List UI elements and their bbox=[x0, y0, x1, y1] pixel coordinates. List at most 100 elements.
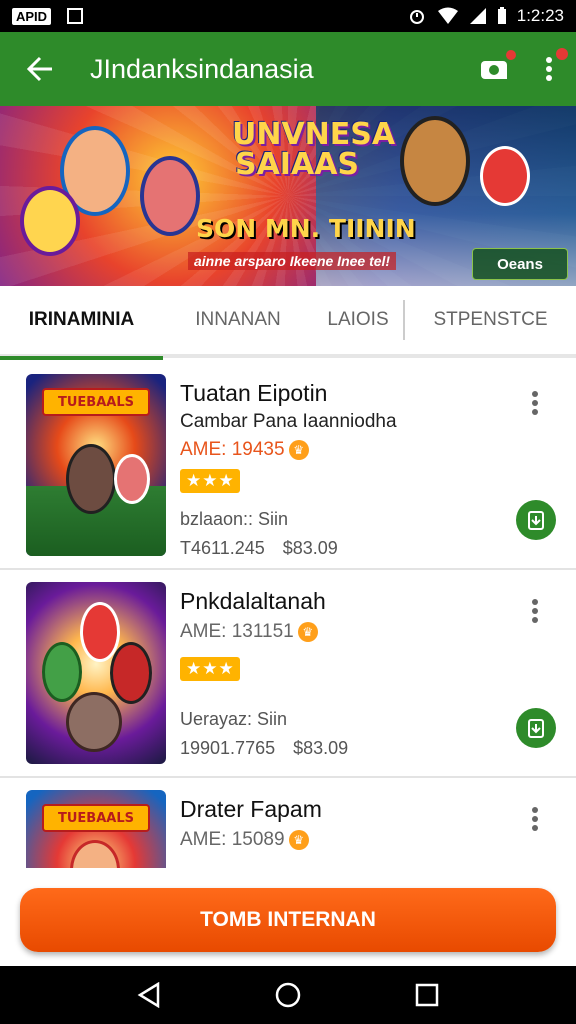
banner-button-label: Oeans bbox=[497, 255, 543, 273]
page-title: JIndanksindanasia bbox=[90, 53, 314, 84]
item-meta: Uerayaz: Siin bbox=[180, 709, 288, 729]
tab-label: STPENSTCE bbox=[433, 309, 548, 330]
back-button[interactable] bbox=[0, 32, 80, 106]
game-thumbnail[interactable] bbox=[26, 582, 166, 764]
star-icon: ★ bbox=[218, 659, 234, 678]
item-info: Tuatan Eipotin Cambar Pana Iaanniodha AM… bbox=[180, 380, 500, 559]
camera-icon bbox=[481, 61, 507, 79]
tab-label: LAIOIS bbox=[327, 309, 389, 330]
star-icon: ★ bbox=[202, 659, 218, 678]
thumb-character bbox=[42, 642, 82, 702]
item-price-row: 19901.7765 $83.09 bbox=[180, 738, 500, 759]
item-more-button[interactable] bbox=[520, 804, 550, 834]
crown-icon: ♛ bbox=[288, 440, 309, 460]
download-icon bbox=[528, 719, 544, 738]
banner-character bbox=[20, 186, 80, 256]
alarm-icon bbox=[409, 10, 424, 24]
item-price: $83.09 bbox=[282, 538, 338, 558]
banner-character bbox=[480, 146, 530, 206]
tab-stpenstce[interactable]: STPENSTCE bbox=[405, 284, 576, 356]
tab-label: IRINAMINIA bbox=[28, 309, 135, 330]
notification-icon bbox=[67, 8, 84, 24]
tab-laiois[interactable]: LAIOIS bbox=[313, 284, 403, 356]
tab-label: INNANAN bbox=[195, 309, 281, 330]
item-ame: AME: 19435 ♛ bbox=[180, 439, 500, 461]
notification-badge-icon bbox=[506, 50, 516, 60]
game-thumbnail[interactable]: TUEBAALS bbox=[26, 374, 166, 556]
download-button[interactable] bbox=[516, 708, 556, 748]
banner-character bbox=[140, 156, 200, 236]
circle-home-icon bbox=[275, 982, 301, 1008]
item-title: Pnkdalaltanah bbox=[180, 588, 326, 614]
item-ame-text: AME: 131151 bbox=[180, 621, 294, 642]
list-item[interactable]: TUEBAALS Drater Fapam AME: 15089 ♛ bbox=[0, 778, 576, 868]
thumb-character bbox=[110, 642, 152, 704]
promo-banner[interactable]: UNVNESA SAIAAS SON MN. TIININ ainne arsp… bbox=[0, 106, 576, 286]
tab-innanan[interactable]: INNANAN bbox=[163, 284, 313, 356]
item-subtitle: Cambar Pana Iaanniodha bbox=[180, 411, 397, 432]
thumb-logo: TUEBAALS bbox=[42, 804, 150, 832]
nav-home-button[interactable] bbox=[260, 966, 316, 1024]
thumb-character bbox=[114, 454, 150, 504]
download-icon bbox=[528, 511, 544, 530]
main-action-label: TOMB INTERNAN bbox=[200, 908, 376, 931]
item-ame-text: AME: 15089 bbox=[180, 829, 285, 850]
tab-bar: IRINAMINIA INNANAN LAIOIS STPENSTCE bbox=[0, 284, 576, 360]
menu-badge-icon bbox=[556, 48, 568, 60]
list-item[interactable]: Pnkdalaltanah AME: 131151 ♛ ★ ★ ★ Uerayaz:… bbox=[0, 570, 576, 778]
status-right: 1:2:23 bbox=[407, 6, 564, 26]
item-title: Tuatan Eipotin bbox=[180, 380, 328, 406]
thumb-character bbox=[66, 692, 122, 752]
status-left: APID bbox=[12, 7, 84, 25]
triangle-back-icon bbox=[137, 982, 160, 1008]
more-vertical-icon bbox=[532, 807, 538, 831]
item-price: $83.09 bbox=[293, 738, 349, 758]
game-list: TUEBAALS Tuatan Eipotin Cambar Pana Iaan… bbox=[0, 362, 576, 868]
nav-back-button[interactable] bbox=[121, 966, 177, 1024]
item-more-button[interactable] bbox=[520, 596, 550, 626]
camera-button[interactable] bbox=[468, 32, 522, 106]
status-bar: APID 1:2:23 bbox=[0, 0, 576, 32]
more-vertical-icon bbox=[546, 57, 552, 81]
battery-icon bbox=[497, 7, 506, 24]
banner-subheadline: SON MN. TIININ bbox=[196, 214, 416, 243]
star-rating: ★ ★ ★ bbox=[180, 657, 240, 681]
wifi-icon bbox=[437, 7, 458, 24]
main-action-button[interactable]: TOMB INTERNAN bbox=[20, 888, 556, 952]
crown-icon: ♛ bbox=[297, 622, 318, 642]
system-nav-bar bbox=[0, 966, 576, 1024]
app-bar: JIndanksindanasia bbox=[0, 32, 576, 106]
star-icon: ★ bbox=[218, 471, 234, 490]
item-code: T4611.245 bbox=[180, 538, 265, 558]
more-vertical-icon bbox=[532, 599, 538, 623]
star-icon: ★ bbox=[186, 471, 202, 490]
item-ame: AME: 15089 ♛ bbox=[180, 829, 500, 851]
banner-action-button[interactable]: Oeans bbox=[472, 248, 568, 280]
overflow-menu-button[interactable] bbox=[522, 32, 576, 106]
signal-icon bbox=[469, 8, 486, 24]
arrow-left-icon bbox=[26, 56, 52, 82]
download-button[interactable] bbox=[516, 500, 556, 540]
banner-headline: UNVNESA SAIAAS bbox=[232, 117, 396, 182]
banner-tagline: ainne arsparo Ikeene Inee tel! bbox=[188, 252, 397, 270]
banner-character bbox=[400, 116, 470, 206]
item-info: Pnkdalaltanah AME: 131151 ♛ ★ ★ ★ Uerayaz:… bbox=[180, 588, 500, 759]
item-info: Drater Fapam AME: 15089 ♛ bbox=[180, 796, 500, 851]
app-badge: APID bbox=[12, 7, 52, 25]
star-rating: ★ ★ ★ bbox=[180, 469, 240, 493]
game-thumbnail[interactable]: TUEBAALS bbox=[26, 790, 166, 868]
item-more-button[interactable] bbox=[520, 388, 550, 418]
nav-recent-button[interactable] bbox=[399, 966, 455, 1024]
list-item[interactable]: TUEBAALS Tuatan Eipotin Cambar Pana Iaan… bbox=[0, 362, 576, 570]
item-ame-text: AME: 19435 bbox=[180, 439, 285, 460]
thumb-character bbox=[66, 444, 116, 514]
more-vertical-icon bbox=[532, 391, 538, 415]
thumb-character bbox=[70, 840, 120, 868]
item-ame: AME: 131151 ♛ bbox=[180, 621, 500, 643]
item-price-row: T4611.245 $83.09 bbox=[180, 538, 500, 559]
clock: 1:2:23 bbox=[516, 6, 564, 25]
thumb-logo: TUEBAALS bbox=[42, 388, 150, 416]
square-recent-icon bbox=[415, 983, 438, 1007]
tab-irinaminia[interactable]: IRINAMINIA bbox=[0, 284, 163, 360]
star-icon: ★ bbox=[186, 659, 202, 678]
